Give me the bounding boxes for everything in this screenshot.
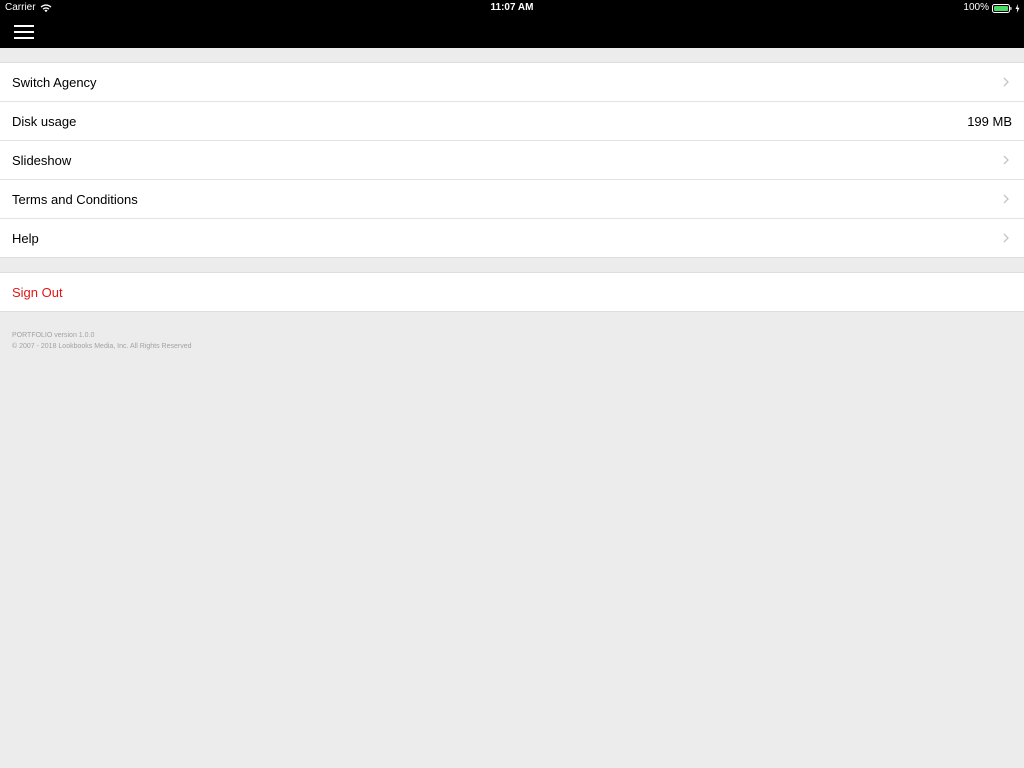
top-bar: Carrier 11:07 AM 100% [0, 0, 1024, 48]
chevron-right-icon [1003, 155, 1009, 165]
copyright-text: © 2007 - 2018 Lookbooks Media, Inc. All … [12, 343, 192, 350]
disk-usage-value: 199 MB [967, 113, 1012, 129]
slideshow-row[interactable]: Slideshow [0, 140, 1024, 179]
terms-and-conditions-label: Terms and Conditions [12, 191, 138, 207]
disk-usage-label: Disk usage [12, 113, 77, 129]
terms-and-conditions-row[interactable]: Terms and Conditions [0, 179, 1024, 218]
app-footer: PORTFOLIO version 1.0.0 © 2007 - 2018 Lo… [12, 330, 191, 352]
help-label: Help [12, 230, 39, 246]
sign-out-button[interactable]: Sign Out [0, 273, 1024, 311]
switch-agency-row[interactable]: Switch Agency [0, 63, 1024, 101]
switch-agency-label: Switch Agency [12, 74, 97, 90]
charging-bolt-icon [1015, 3, 1020, 13]
sign-out-label: Sign Out [12, 284, 63, 300]
battery-percent: 100% [963, 2, 989, 13]
help-row[interactable]: Help [0, 218, 1024, 257]
chevron-right-icon [1003, 77, 1009, 87]
disk-usage-row: Disk usage 199 MB [0, 101, 1024, 140]
sign-out-group: Sign Out [0, 272, 1024, 312]
chevron-right-icon [1003, 194, 1009, 204]
chevron-right-icon [1003, 233, 1009, 243]
version-text: PORTFOLIO version 1.0.0 [12, 332, 95, 339]
status-clock: 11:07 AM [490, 2, 534, 13]
status-bar: Carrier 11:07 AM 100% [0, 0, 1024, 16]
slideshow-label: Slideshow [12, 152, 72, 168]
battery-indicator: 100% [963, 0, 1020, 16]
hamburger-menu-icon[interactable] [14, 23, 36, 40]
settings-list: Switch Agency Disk usage 199 MB Slidesho… [0, 62, 1024, 258]
battery-icon [992, 3, 1012, 13]
